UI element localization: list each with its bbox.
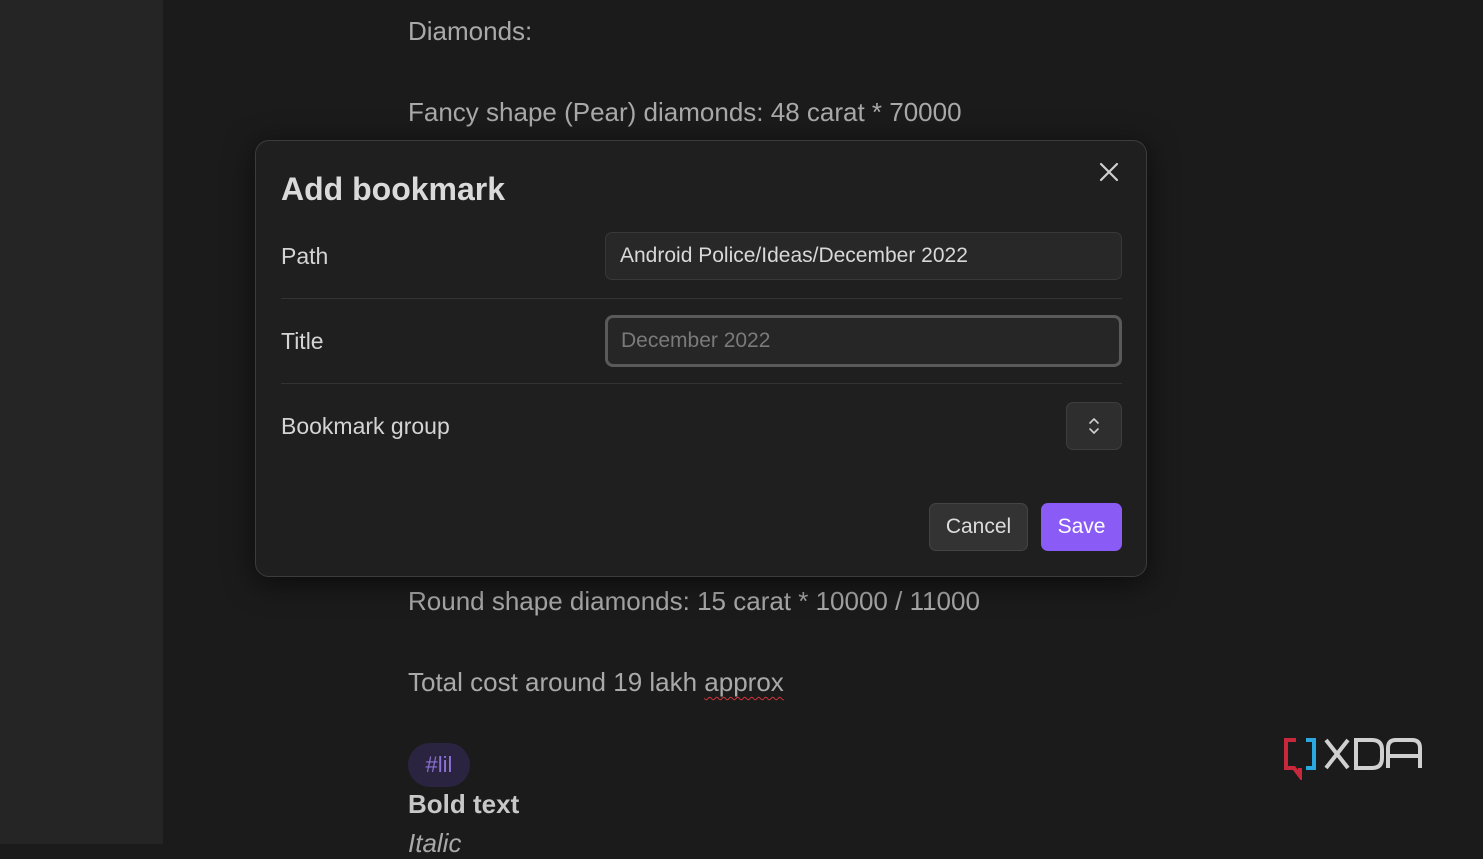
note-line-bold: Bold text: [408, 789, 520, 819]
close-button[interactable]: [1094, 157, 1124, 187]
add-bookmark-dialog: Add bookmark Path Title Bookmark group C…: [255, 140, 1147, 577]
chevron-up-down-icon: [1089, 418, 1099, 434]
note-line-diamonds: Diamonds:: [408, 16, 533, 46]
xda-logo-icon: [1284, 738, 1422, 782]
divider: [281, 383, 1122, 384]
note-line-round-shape: Round shape diamonds: 15 carat * 10000 /…: [408, 586, 980, 616]
cancel-button[interactable]: Cancel: [929, 503, 1028, 551]
path-input[interactable]: [605, 232, 1122, 280]
misspelled-word[interactable]: approx: [704, 667, 784, 697]
title-input[interactable]: [605, 315, 1122, 367]
note-line-fancy-shape: Fancy shape (Pear) diamonds: 48 carat * …: [408, 97, 962, 127]
bookmark-group-select[interactable]: [1066, 402, 1122, 450]
xda-logo: [1284, 736, 1424, 782]
tag-pill[interactable]: #lil: [408, 743, 470, 787]
bookmark-group-label: Bookmark group: [281, 413, 450, 439]
note-line-total-cost: Total cost around 19 lakh approx: [408, 667, 784, 698]
save-button[interactable]: Save: [1041, 503, 1122, 551]
path-label: Path: [281, 243, 329, 269]
close-icon: [1099, 162, 1119, 182]
total-cost-text: Total cost around 19 lakh: [408, 667, 705, 697]
divider: [281, 298, 1122, 299]
dialog-title: Add bookmark: [281, 171, 506, 207]
title-label: Title: [281, 328, 324, 354]
sidebar: [0, 0, 163, 844]
